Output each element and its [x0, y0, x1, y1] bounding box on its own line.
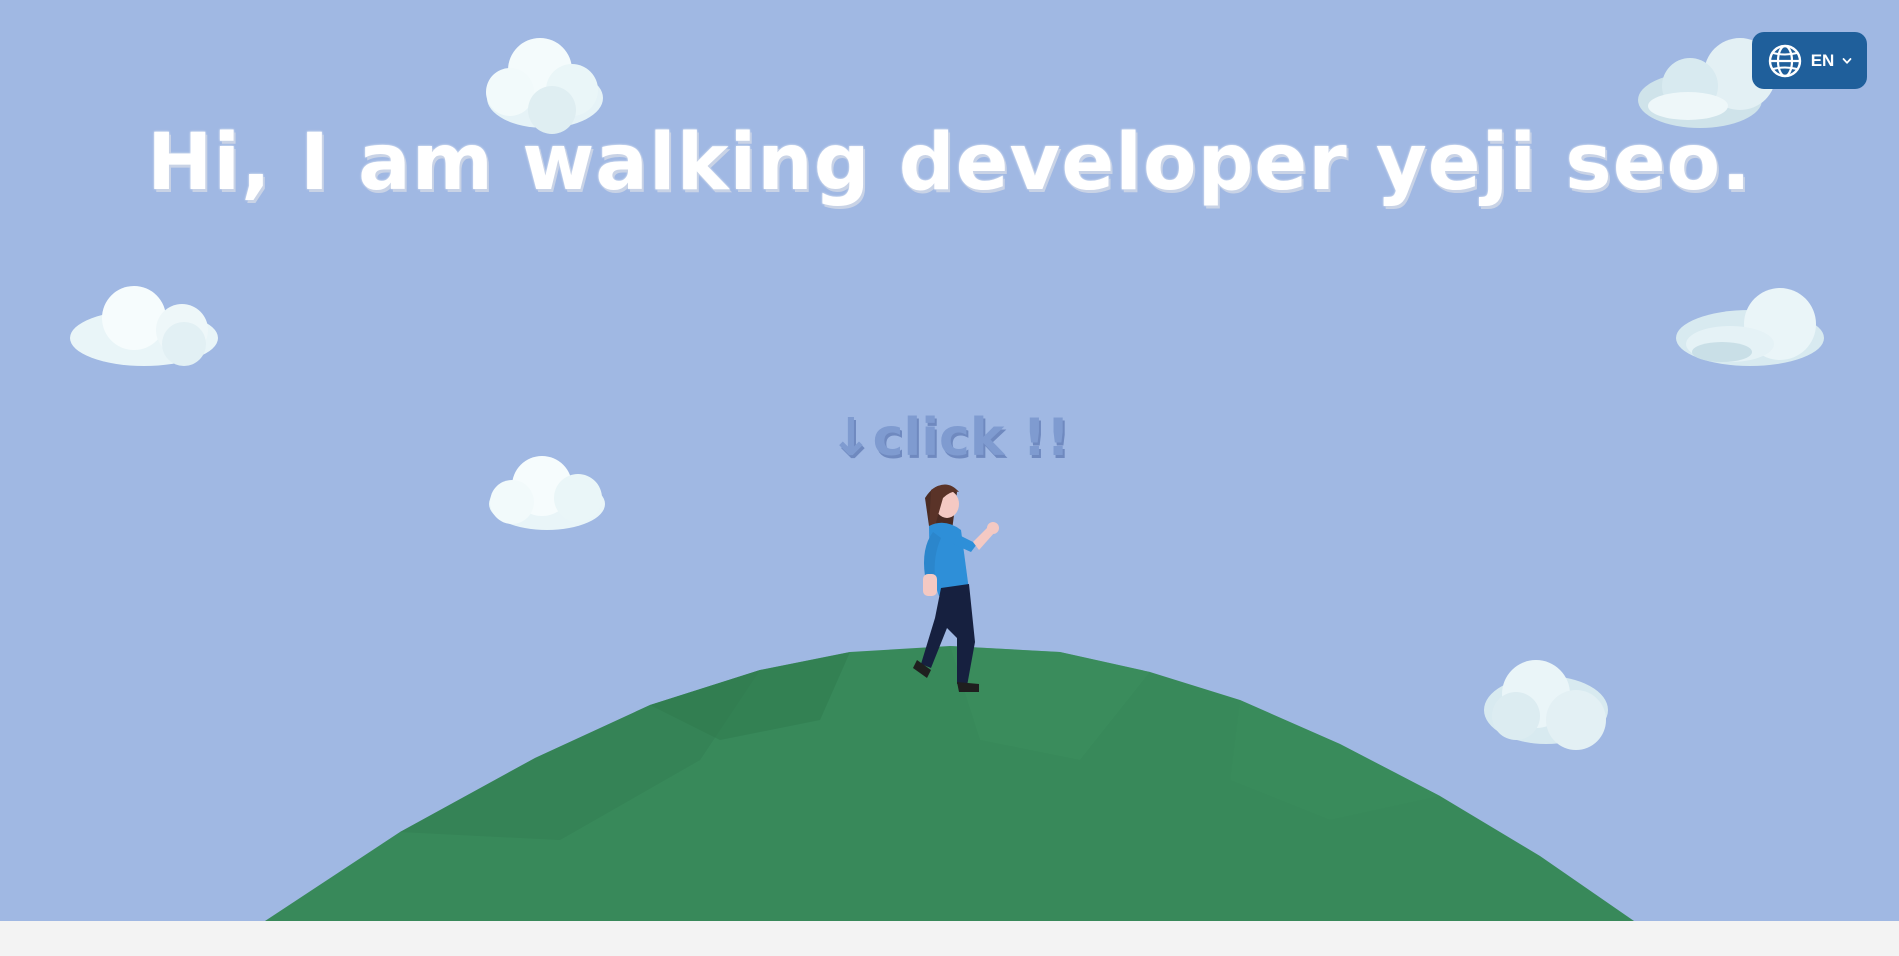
- language-selector-button[interactable]: EN: [1752, 32, 1867, 89]
- hero-title: Hi, I am walking developer yeji seo.: [147, 118, 1752, 208]
- footer-strip: [0, 921, 1899, 956]
- walking-character[interactable]: [895, 478, 1015, 718]
- globe-icon: [1768, 44, 1801, 77]
- click-hint[interactable]: ↓click !!: [0, 408, 1899, 468]
- language-code: EN: [1810, 50, 1835, 70]
- scene-viewport[interactable]: Hi, I am walking developer yeji seo. ↓cl…: [0, 0, 1899, 921]
- chevron-down-icon: [1842, 57, 1852, 64]
